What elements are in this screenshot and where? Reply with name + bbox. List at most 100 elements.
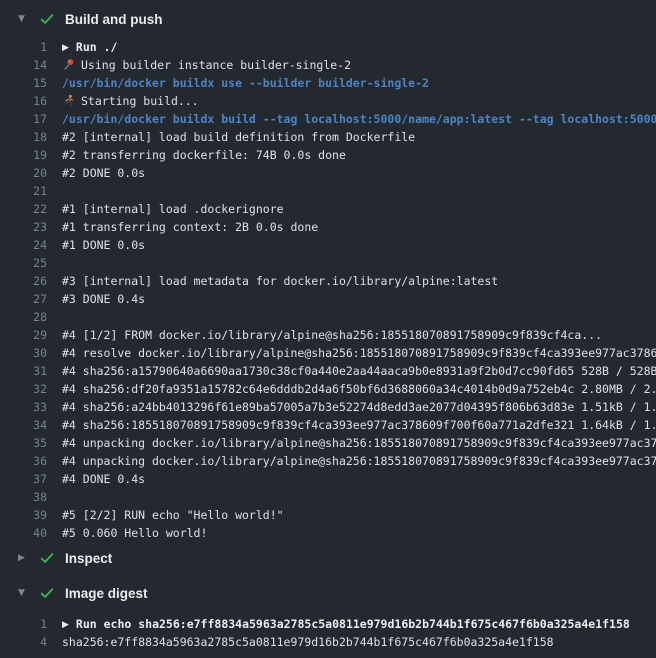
section-header-build-and-push[interactable]: ▼ Build and push: [0, 0, 656, 38]
section-title: Inspect: [65, 551, 112, 566]
line-number[interactable]: 37: [0, 470, 47, 488]
log-text-content: /usr/bin/docker buildx use --builder bui…: [62, 76, 429, 90]
log-line: 37 #4 DONE 0.4s: [0, 470, 656, 488]
runner-icon: [62, 94, 75, 107]
line-number[interactable]: 21: [0, 182, 47, 200]
log-text: #1 [internal] load .dockerignore: [62, 200, 656, 218]
check-icon: [39, 11, 55, 27]
log-text: #2 [internal] load build definition from…: [62, 128, 656, 146]
line-number[interactable]: 30: [0, 344, 47, 362]
line-number[interactable]: 27: [0, 290, 47, 308]
log-text-content: #3 DONE 0.4s: [62, 292, 145, 306]
line-number[interactable]: 18: [0, 128, 47, 146]
log-text-content: Run echo sha256:e7ff8834a5963a2785c5a081…: [76, 617, 630, 631]
log-text-content: #2 transferring dockerfile: 74B 0.0s don…: [62, 148, 346, 162]
log-text: #4 unpacking docker.io/library/alpine@sh…: [62, 434, 656, 452]
line-number[interactable]: 16: [0, 92, 47, 110]
log-text-content: #1 [internal] load .dockerignore: [62, 202, 284, 216]
log-text: [62, 488, 656, 506]
line-number[interactable]: 19: [0, 146, 47, 164]
log-text: #4 sha256:a24bb4013296f61e89ba57005a7b3e…: [62, 398, 656, 416]
log-line: 24 #1 DONE 0.0s: [0, 236, 656, 254]
chevron-down-icon[interactable]: ▼: [18, 589, 30, 598]
log-text-content: #5 0.060 Hello world!: [62, 526, 207, 540]
log-line: 40 #5 0.060 Hello world!: [0, 524, 656, 542]
line-number[interactable]: 40: [0, 524, 47, 542]
line-number[interactable]: 23: [0, 218, 47, 236]
chevron-right-icon[interactable]: ▶: [18, 554, 30, 563]
section-title: Build and push: [65, 12, 163, 27]
line-number[interactable]: 4: [0, 633, 47, 651]
log-text: sha256:e7ff8834a5963a2785c5a0811e979d16b…: [62, 633, 656, 651]
log-line: 20 #2 DONE 0.0s: [0, 164, 656, 182]
log-text-content: #2 DONE 0.0s: [62, 166, 145, 180]
line-number[interactable]: 35: [0, 434, 47, 452]
run-group-toggle-icon[interactable]: ▶: [62, 39, 69, 56]
run-group-toggle-icon[interactable]: ▶: [62, 616, 69, 633]
line-number[interactable]: 33: [0, 398, 47, 416]
line-number[interactable]: 39: [0, 506, 47, 524]
line-number[interactable]: 32: [0, 380, 47, 398]
line-number[interactable]: 1: [0, 38, 47, 56]
log-section-inspect: ▶ Inspect: [0, 542, 656, 574]
line-number[interactable]: 36: [0, 452, 47, 470]
line-number[interactable]: 17: [0, 110, 47, 128]
log-text: #2 DONE 0.0s: [62, 164, 656, 182]
line-number[interactable]: 31: [0, 362, 47, 380]
pushpin-icon: [62, 58, 75, 71]
line-number[interactable]: 20: [0, 164, 47, 182]
log-text: #4 unpacking docker.io/library/alpine@sh…: [62, 452, 656, 470]
log-text: /usr/bin/docker buildx use --builder bui…: [62, 74, 656, 92]
line-number[interactable]: 14: [0, 56, 47, 74]
log-text-content: /usr/bin/docker buildx build --tag local…: [62, 112, 656, 126]
line-number[interactable]: 25: [0, 254, 47, 272]
line-number[interactable]: 34: [0, 416, 47, 434]
log-text: [62, 182, 656, 200]
log-line: 4 sha256:e7ff8834a5963a2785c5a0811e979d16…: [0, 633, 656, 651]
log-text-content: Starting build...: [81, 94, 199, 108]
log-text-content: #4 resolve docker.io/library/alpine@sha2…: [62, 346, 656, 360]
log-text-content: #4 DONE 0.4s: [62, 472, 145, 486]
log-line: 22 #1 [internal] load .dockerignore: [0, 200, 656, 218]
line-number[interactable]: 22: [0, 200, 47, 218]
log-text: #4 sha256:185518070891758909c9f839cf4ca3…: [62, 416, 656, 434]
log-line: 14 Using builder instance builder-single-…: [0, 56, 656, 74]
workflow-log-viewer: ▼Build and push1▶Run ./14Using builder i…: [0, 0, 656, 658]
log-line: 31#4 sha256:a15790640a6690aa1730c38cf0a4…: [0, 362, 656, 380]
line-number[interactable]: 15: [0, 74, 47, 92]
log-text: [62, 254, 656, 272]
log-text-content: #1 DONE 0.0s: [62, 238, 145, 252]
log-line: 28: [0, 308, 656, 326]
check-icon: [39, 550, 55, 566]
log-line: 35 #4 unpacking docker.io/library/alpine@…: [0, 434, 656, 452]
line-number[interactable]: 28: [0, 308, 47, 326]
log-line: 29 #4 [1/2] FROM docker.io/library/alpine…: [0, 326, 656, 344]
log-line: 1 ▶ Run echo sha256:e7ff8834a5963a2785c5a0…: [0, 615, 656, 633]
section-header-image-digest[interactable]: ▼Image digest: [0, 574, 656, 612]
log-text: #3 [internal] load metadata for docker.i…: [62, 272, 656, 290]
log-text-content: Using builder instance builder-single-2: [81, 58, 351, 72]
log-line: 15/usr/bin/docker buildx use --builder b…: [0, 74, 656, 92]
log-line: 34 #4 sha256:185518070891758909c9f839cf4c…: [0, 416, 656, 434]
line-number[interactable]: 38: [0, 488, 47, 506]
log-line: 38: [0, 488, 656, 506]
log-text: #1 DONE 0.0s: [62, 236, 656, 254]
log-line: 1 ▶Run ./: [0, 38, 656, 56]
log-line: 16 Starting build...: [0, 92, 656, 110]
line-number[interactable]: 24: [0, 236, 47, 254]
log-text-content: #4 sha256:a24bb4013296f61e89ba57005a7b3e…: [62, 400, 656, 414]
log-text: Using builder instance builder-single-2: [62, 56, 656, 74]
log-text-content: #4 [1/2] FROM docker.io/library/alpine@s…: [62, 328, 602, 342]
section-header-inspect[interactable]: ▶ Inspect: [0, 542, 656, 574]
line-number[interactable]: 29: [0, 326, 47, 344]
line-number[interactable]: 1: [0, 615, 47, 633]
log-lines-image-digest: 1 ▶ Run echo sha256:e7ff8834a5963a2785c5a0…: [0, 615, 656, 651]
line-number[interactable]: 26: [0, 272, 47, 290]
chevron-down-icon[interactable]: ▼: [18, 15, 30, 24]
log-line: 30 #4 resolve docker.io/library/alpine@sh…: [0, 344, 656, 362]
log-line: 39#5 [2/2] RUN echo "Hello world!": [0, 506, 656, 524]
log-line: 27 #3 DONE 0.4s: [0, 290, 656, 308]
log-text-content: #1 transferring context: 2B 0.0s done: [62, 220, 318, 234]
log-text: ▶Run ./: [62, 38, 656, 56]
log-text-content: #3 [internal] load metadata for docker.i…: [62, 274, 498, 288]
